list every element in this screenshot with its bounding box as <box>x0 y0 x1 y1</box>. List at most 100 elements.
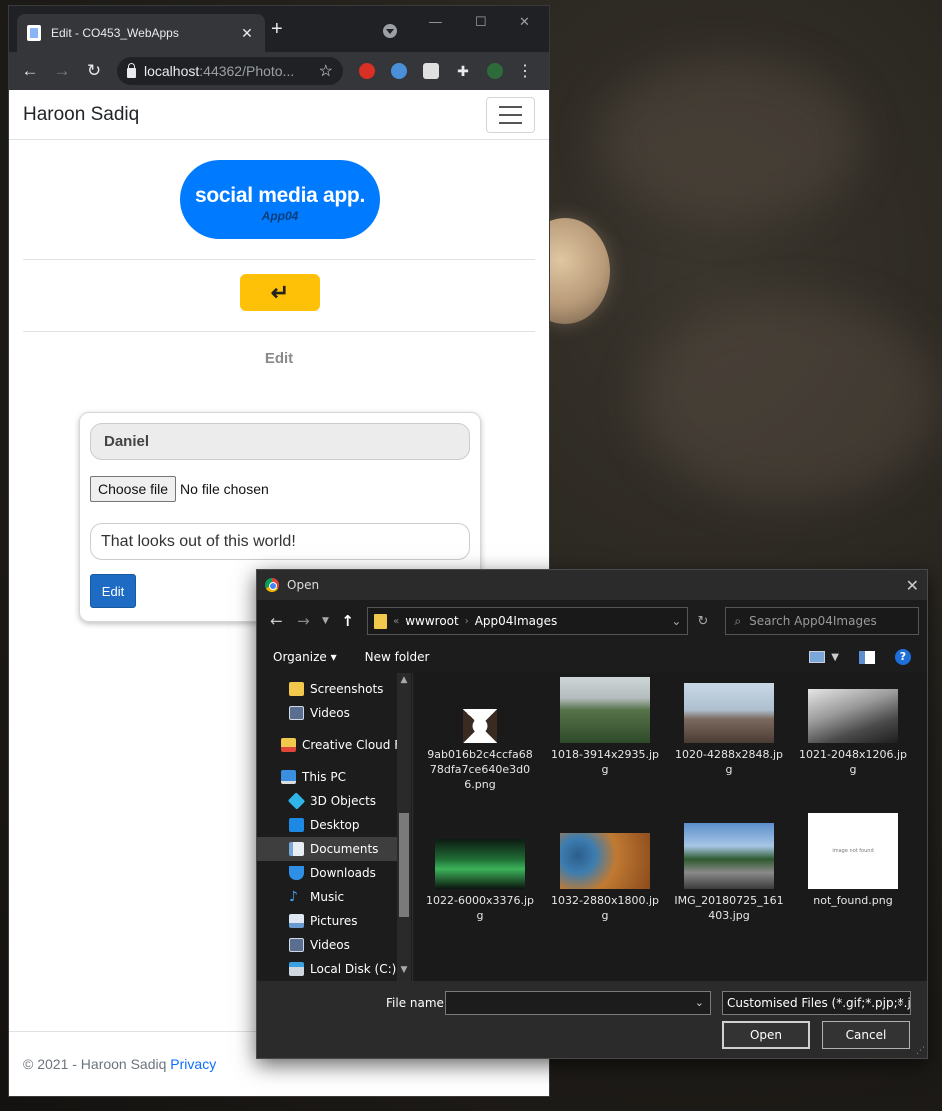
nav-pane-scrollbar[interactable]: ▲ ▼ <box>397 673 411 981</box>
back-button[interactable]: ↵ <box>240 274 320 311</box>
browser-tab[interactable]: Edit - CO453_WebApps ✕ <box>17 14 265 52</box>
nav-item-pictures[interactable]: Pictures <box>257 909 397 933</box>
up-folder-icon[interactable]: ↑ <box>336 612 359 630</box>
nav-item-local-disk[interactable]: Local Disk (C:) <box>257 957 397 981</box>
refresh-icon[interactable]: ↻ <box>692 614 713 629</box>
search-icon: ⌕ <box>734 613 742 628</box>
minimize-icon[interactable]: — <box>429 14 442 29</box>
file-item[interactable]: 1022-6000x3376.jpg <box>425 839 535 923</box>
puzzle-icon[interactable]: ✚ <box>455 63 471 79</box>
new-folder-button[interactable]: New folder <box>365 650 430 664</box>
chrome-icon <box>265 578 279 592</box>
close-window-icon[interactable]: ✕ <box>519 14 530 30</box>
file-name: 1032-2880x1800.jpg <box>551 894 659 922</box>
nav-item-documents[interactable]: Documents <box>257 837 397 861</box>
music-icon: ♪ <box>289 889 298 905</box>
footer-copyright: © 2021 - Haroon Sadiq <box>23 1056 167 1072</box>
breadcrumb-wwwroot[interactable]: wwwroot <box>405 614 459 628</box>
nav-item-videos[interactable]: Videos <box>257 701 397 725</box>
organize-menu[interactable]: Organize ▾ <box>273 650 337 664</box>
scrollbar-thumb[interactable] <box>399 813 409 917</box>
road-thumbnail <box>684 823 774 889</box>
tab-title: Edit - CO453_WebApps <box>51 26 179 40</box>
divider <box>23 331 535 332</box>
file-item[interactable]: 1018-3914x2935.jpg <box>550 677 660 777</box>
file-item[interactable]: 9ab016b2c4ccfa6878dfa7ce640e3d06.png <box>425 709 535 792</box>
misty-mountains-thumbnail <box>808 689 898 743</box>
resize-grip-icon[interactable]: ⋰ <box>916 1046 925 1056</box>
file-type-select[interactable]: Customised Files (*.gif;*.pjp;*.jpg ⌄ <box>722 991 911 1015</box>
search-placeholder: Search App04Images <box>749 614 877 628</box>
forward-arrow-icon[interactable]: → <box>49 58 75 84</box>
back-arrow-icon[interactable]: ← <box>265 612 288 630</box>
site-brand[interactable]: Haroon Sadiq <box>23 104 139 126</box>
adblock-extension-icon[interactable] <box>359 63 375 79</box>
file-name: 1020-4288x2848.jpg <box>675 748 783 776</box>
privacy-link[interactable]: Privacy <box>170 1056 216 1072</box>
edit-submit-button[interactable]: Edit <box>90 574 136 608</box>
dialog-footer: File name: ⌄ Customised Files (*.gif;*.p… <box>257 981 927 1058</box>
site-navbar: Haroon Sadiq <box>9 90 549 140</box>
address-bar[interactable]: localhost:44362/Photo... ☆ <box>117 57 343 85</box>
scroll-up-icon[interactable]: ▲ <box>397 675 411 685</box>
profile-avatar[interactable] <box>487 63 503 79</box>
file-item[interactable]: 1021-2048x1206.jpg <box>798 689 908 777</box>
help-icon[interactable]: ? <box>895 649 911 665</box>
file-item[interactable]: image not found not_found.png <box>798 813 908 908</box>
forward-arrow-icon[interactable]: → <box>292 612 315 630</box>
nav-item-music[interactable]: ♪ Music <box>257 885 397 909</box>
tab-search-icon[interactable] <box>383 24 397 38</box>
tab-bar: Edit - CO453_WebApps ✕ + — ☐ ✕ <box>9 6 549 52</box>
thumbnail-caption: image not found <box>832 848 874 854</box>
nav-item-3d-objects[interactable]: 3D Objects <box>257 789 397 813</box>
dialog-title: Open <box>287 578 320 592</box>
change-view-button[interactable]: ▼ <box>809 651 839 663</box>
new-tab-icon[interactable]: + <box>271 18 283 41</box>
nav-item-videos-pc[interactable]: Videos <box>257 933 397 957</box>
cloud-shape <box>640 300 940 500</box>
folder-search-input[interactable]: ⌕ Search App04Images <box>725 607 919 635</box>
path-dropdown-icon[interactable]: ⌄ <box>671 614 681 628</box>
navbar-toggler-button[interactable] <box>486 96 535 133</box>
username-field[interactable]: Daniel <box>90 423 470 460</box>
file-name-dropdown-icon[interactable]: ⌄ <box>695 996 704 1009</box>
file-item[interactable]: IMG_20180725_161403.jpg <box>674 823 784 923</box>
folder-path-bar[interactable]: « wwwroot › App04Images ⌄ <box>367 607 689 635</box>
extension-icon[interactable] <box>423 63 439 79</box>
file-input[interactable]: Choose file No file chosen <box>90 476 269 502</box>
open-button[interactable]: Open <box>722 1021 810 1049</box>
recent-locations-chevron-icon[interactable]: ▼ <box>319 616 332 626</box>
preview-pane-icon[interactable] <box>859 650 875 664</box>
cancel-button[interactable]: Cancel <box>822 1021 910 1049</box>
nav-item-desktop[interactable]: Desktop <box>257 813 397 837</box>
file-name-label: File name: <box>386 996 448 1010</box>
logo-subtitle: App04 <box>261 209 299 223</box>
close-dialog-icon[interactable]: ✕ <box>906 576 919 595</box>
breadcrumb-app04images[interactable]: App04Images <box>475 614 558 628</box>
file-item[interactable]: 1020-4288x2848.jpg <box>674 683 784 777</box>
bookmark-star-icon[interactable]: ☆ <box>319 61 333 81</box>
search-extension-icon[interactable] <box>391 63 407 79</box>
reload-icon[interactable]: ↻ <box>81 58 107 84</box>
nav-item-downloads[interactable]: Downloads <box>257 861 397 885</box>
url-text: localhost:44362/Photo... <box>144 63 295 79</box>
back-arrow-icon[interactable]: ← <box>17 58 43 84</box>
dialog-titlebar: Open ✕ <box>257 570 927 600</box>
cloud-shape <box>600 60 860 220</box>
file-name-input[interactable]: ⌄ <box>445 991 711 1015</box>
maximize-icon[interactable]: ☐ <box>475 14 487 30</box>
choose-file-button[interactable]: Choose file <box>90 476 177 502</box>
menu-kebab-icon[interactable]: ⋮ <box>517 61 533 81</box>
file-item[interactable]: 1032-2880x1800.jpg <box>550 833 660 923</box>
nav-item-screenshots[interactable]: Screenshots <box>257 677 397 701</box>
lock-icon <box>127 62 136 78</box>
footer: © 2021 - Haroon Sadiq Privacy <box>23 1056 216 1072</box>
nav-item-this-pc[interactable]: This PC <box>257 765 397 789</box>
file-status-text: No file chosen <box>180 481 269 497</box>
close-tab-icon[interactable]: ✕ <box>239 25 255 42</box>
nav-item-creative-cloud[interactable]: Creative Cloud Fil <box>257 733 397 757</box>
scroll-down-icon[interactable]: ▼ <box>397 965 411 975</box>
file-type-dropdown-icon: ⌄ <box>895 996 905 1009</box>
caption-input[interactable]: That looks out of this world! <box>90 523 470 560</box>
documents-icon <box>289 842 304 856</box>
